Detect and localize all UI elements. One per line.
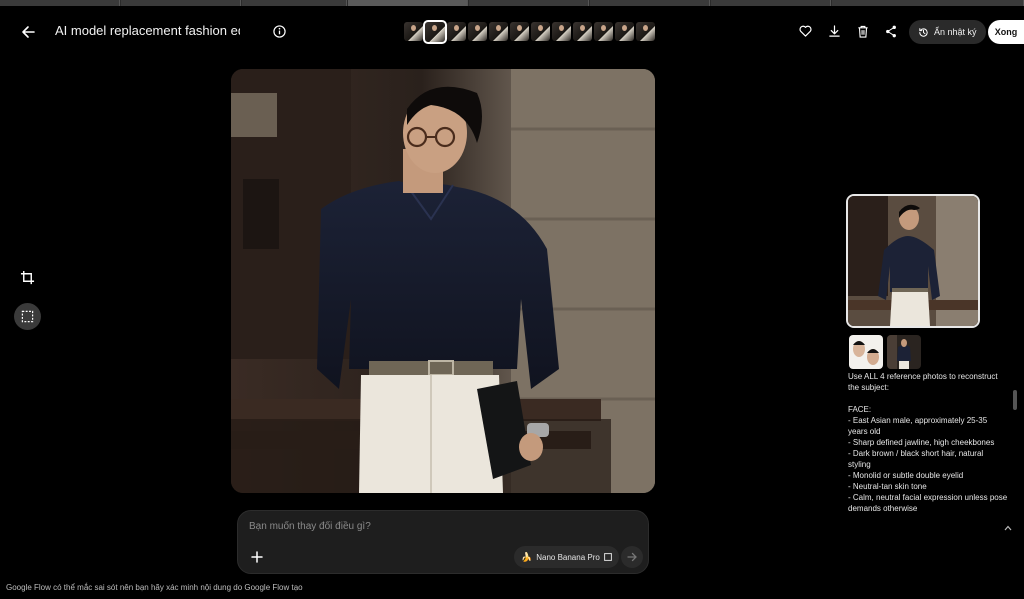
chevron-up-icon xyxy=(1004,525,1012,531)
history-icon xyxy=(919,27,928,37)
share-button[interactable] xyxy=(880,20,902,42)
browser-tab[interactable] xyxy=(469,0,589,6)
version-thumbnail[interactable] xyxy=(636,22,655,41)
select-region-tool-button[interactable] xyxy=(14,303,41,330)
download-icon xyxy=(828,24,840,37)
version-thumbnail[interactable] xyxy=(552,22,571,41)
browser-tab-active[interactable] xyxy=(348,0,468,6)
browser-tab[interactable] xyxy=(121,0,241,6)
top-bar: AI model replacement fashion edi... Ẩn n… xyxy=(0,10,1024,54)
plus-icon xyxy=(251,551,263,563)
arrow-left-icon xyxy=(22,26,35,38)
add-attachment-button[interactable] xyxy=(247,547,267,567)
arrow-right-icon xyxy=(627,552,637,562)
delete-button[interactable] xyxy=(852,20,874,42)
hide-history-button[interactable]: Ẩn nhật ký xyxy=(909,20,986,44)
browser-tab[interactable] xyxy=(711,0,831,6)
square-icon xyxy=(603,553,612,561)
back-button[interactable] xyxy=(14,18,42,46)
history-photo xyxy=(848,196,978,326)
info-icon xyxy=(272,24,286,38)
reference-thumbnail[interactable] xyxy=(887,335,921,369)
send-button[interactable] xyxy=(621,546,643,568)
prompt-composer: 🍌 Nano Banana Pro xyxy=(237,510,649,574)
browser-tab[interactable] xyxy=(242,0,347,6)
disclaimer-text: Google Flow có thể mắc sai sót nên bạn h… xyxy=(6,583,303,592)
reference-photo xyxy=(887,335,921,369)
browser-tab-strip xyxy=(0,0,1024,6)
generated-photo xyxy=(231,69,655,493)
prompt-input[interactable] xyxy=(249,521,629,532)
version-thumbnail[interactable] xyxy=(510,22,529,41)
browser-tab[interactable] xyxy=(590,0,710,6)
version-thumbnail[interactable] xyxy=(447,22,466,41)
select-region-icon xyxy=(21,310,34,323)
main-generated-image[interactable] xyxy=(231,69,655,493)
version-filmstrip xyxy=(404,20,655,44)
download-button[interactable] xyxy=(823,20,845,42)
banana-icon: 🍌 xyxy=(521,551,533,562)
reference-thumbnail[interactable] xyxy=(849,335,883,369)
share-icon xyxy=(886,25,896,37)
trash-icon xyxy=(858,25,868,38)
scroll-up-button[interactable] xyxy=(1003,523,1013,533)
done-button[interactable]: Xong xyxy=(988,20,1024,44)
hide-history-label: Ẩn nhật ký xyxy=(934,27,977,37)
version-thumbnail[interactable] xyxy=(404,22,423,41)
version-thumbnail[interactable] xyxy=(594,22,613,41)
version-thumbnail-active[interactable] xyxy=(423,20,447,44)
crop-tool-button[interactable] xyxy=(14,264,41,291)
version-thumbnail[interactable] xyxy=(531,22,550,41)
reference-images xyxy=(849,335,921,369)
edit-toolbar xyxy=(14,264,41,330)
generation-prompt-text: Use ALL 4 reference photos to reconstruc… xyxy=(848,372,1008,513)
page-title: AI model replacement fashion edi... xyxy=(55,23,240,38)
model-selector[interactable]: 🍌 Nano Banana Pro xyxy=(514,546,619,568)
version-thumbnail[interactable] xyxy=(489,22,508,41)
info-button[interactable] xyxy=(268,20,290,42)
browser-tab[interactable] xyxy=(0,0,120,6)
heart-icon xyxy=(798,25,812,37)
favorite-button[interactable] xyxy=(794,20,816,42)
panel-scrollbar[interactable] xyxy=(1013,390,1017,410)
version-thumbnail[interactable] xyxy=(468,22,487,41)
browser-tab[interactable] xyxy=(832,0,1024,6)
history-panel: Use ALL 4 reference photos to reconstruc… xyxy=(846,194,1024,539)
model-label: Nano Banana Pro xyxy=(536,552,600,562)
crop-icon xyxy=(20,270,35,285)
version-thumbnail[interactable] xyxy=(573,22,592,41)
version-thumbnail[interactable] xyxy=(615,22,634,41)
history-preview-image[interactable] xyxy=(846,194,980,328)
reference-photo xyxy=(849,335,883,369)
